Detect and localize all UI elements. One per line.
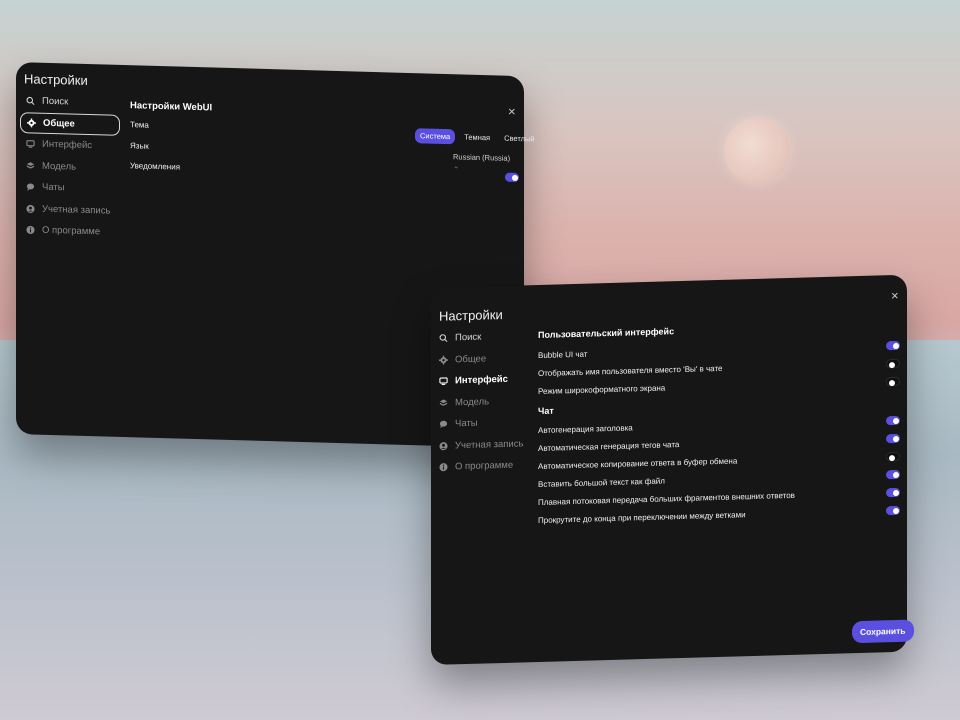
search-icon xyxy=(26,97,35,106)
sidebar-item-interface[interactable]: Интерфейс xyxy=(433,368,533,392)
language-value: Russian (Russia) xyxy=(453,152,511,163)
sidebar-item-account[interactable]: Учетная запись xyxy=(433,433,533,457)
show-username-toggle[interactable] xyxy=(886,358,900,369)
chat-section-title: Чат xyxy=(538,405,554,417)
monitor-icon xyxy=(439,377,448,386)
theme-selector: Система Темная Светлый xyxy=(415,128,540,146)
sidebar-item-chats[interactable]: Чаты xyxy=(20,176,120,200)
sidebar-item-label: Чаты xyxy=(455,417,478,430)
chat-icon xyxy=(26,183,35,192)
ui-section-title: Пользовательский интерфейс xyxy=(538,326,675,341)
settings-window-interface: Настройки × Поиск Общее Интерфейс Модель… xyxy=(431,274,914,665)
ui-row-label: Отображать имя пользователя вместо 'Вы' … xyxy=(538,363,723,379)
monitor-icon xyxy=(26,140,35,149)
sidebar-item-model[interactable]: Модель xyxy=(433,390,533,414)
sidebar-item-search[interactable]: Поиск xyxy=(20,90,120,114)
chevron-down-icon: ⌄ xyxy=(453,161,460,171)
ui-row-label: Режим широкоформатного экрана xyxy=(538,383,666,397)
theme-label: Тема xyxy=(130,120,149,130)
sidebar-item-interface[interactable]: Интерфейс xyxy=(20,133,120,157)
scroll-on-branch-toggle[interactable] xyxy=(886,505,900,516)
search-icon xyxy=(439,334,448,343)
user-icon xyxy=(26,204,35,213)
auto-tags-toggle[interactable] xyxy=(886,433,900,444)
chat-row-label: Прокрутите до конца при переключении меж… xyxy=(538,510,746,526)
chat-icon xyxy=(439,420,448,429)
cube-icon xyxy=(26,161,35,170)
bubble-ui-toggle[interactable] xyxy=(886,340,900,351)
info-icon xyxy=(26,226,35,235)
chat-row-label: Плавная потоковая передача больших фрагм… xyxy=(538,490,795,508)
cube-icon xyxy=(439,398,448,407)
settings-sidebar: Поиск Общее Интерфейс Модель Чаты Учетна… xyxy=(433,325,533,478)
background-moon xyxy=(724,118,790,184)
language-label: Язык xyxy=(130,141,149,151)
widescreen-toggle[interactable] xyxy=(886,376,900,387)
sidebar-item-account[interactable]: Учетная запись xyxy=(20,198,120,222)
chat-row-label: Вставить большой текст как файл xyxy=(538,476,665,490)
sidebar-item-general[interactable]: Общее xyxy=(433,347,533,371)
sidebar-item-label: Общее xyxy=(455,353,487,366)
window-title: Настройки xyxy=(439,306,503,324)
interface-content: Пользовательский интерфейс Bubble UI чат… xyxy=(538,320,902,560)
chat-row-label: Автоматическое копирование ответа в буфе… xyxy=(538,456,738,472)
smooth-streaming-toggle[interactable] xyxy=(886,487,900,498)
gear-icon xyxy=(439,355,448,365)
sidebar-item-about[interactable]: О программе xyxy=(20,219,120,243)
notifications-label: Уведомления xyxy=(130,161,181,172)
sidebar-item-label: Учетная запись xyxy=(455,438,524,452)
sidebar-item-label: Модель xyxy=(455,396,490,409)
close-button[interactable]: × xyxy=(891,288,899,303)
save-button[interactable]: Сохранить xyxy=(852,619,914,644)
sidebar-item-about[interactable]: О программе xyxy=(433,454,533,478)
notifications-toggle[interactable] xyxy=(505,172,519,183)
sidebar-item-label: Общее xyxy=(43,117,75,130)
sidebar-item-label: Поиск xyxy=(455,331,482,344)
sidebar-item-label: О программе xyxy=(42,224,101,238)
theme-option-dark[interactable]: Темная xyxy=(459,129,495,145)
sidebar-item-label: Учетная запись xyxy=(42,203,111,217)
theme-option-system[interactable]: Система xyxy=(415,128,456,145)
general-content: Настройки WebUI Тема Язык Уведомления Си… xyxy=(130,100,535,251)
sidebar-item-label: Интерфейс xyxy=(455,374,508,387)
section-title: Настройки WebUI xyxy=(130,100,213,114)
paste-as-file-toggle[interactable] xyxy=(886,469,900,480)
theme-option-light[interactable]: Светлый xyxy=(499,130,539,146)
auto-title-toggle[interactable] xyxy=(886,415,900,426)
user-icon xyxy=(439,441,448,450)
sidebar-item-label: О программе xyxy=(455,459,514,473)
info-icon xyxy=(439,463,448,472)
settings-sidebar: Поиск Общее Интерфейс Модель Чаты Учетна… xyxy=(20,90,120,243)
sidebar-item-label: Интерфейс xyxy=(42,138,93,152)
auto-copy-toggle[interactable] xyxy=(886,451,900,462)
sidebar-item-model[interactable]: Модель xyxy=(20,155,120,179)
language-select[interactable]: Russian (Russia) ⌄ xyxy=(453,152,518,172)
ui-row-label: Bubble UI чат xyxy=(538,349,588,361)
sidebar-item-label: Модель xyxy=(42,160,77,173)
window-title: Настройки xyxy=(24,71,88,89)
gear-icon xyxy=(27,118,36,128)
sidebar-item-label: Поиск xyxy=(42,95,69,108)
sidebar-item-general[interactable]: Общее xyxy=(20,111,120,136)
sidebar-item-search[interactable]: Поиск xyxy=(433,325,533,349)
chat-row-label: Автоматическая генерация тегов чата xyxy=(538,440,680,454)
chat-row-label: Автогенерация заголовка xyxy=(538,423,633,436)
sidebar-item-chats[interactable]: Чаты xyxy=(433,411,533,435)
sidebar-item-label: Чаты xyxy=(42,181,65,194)
